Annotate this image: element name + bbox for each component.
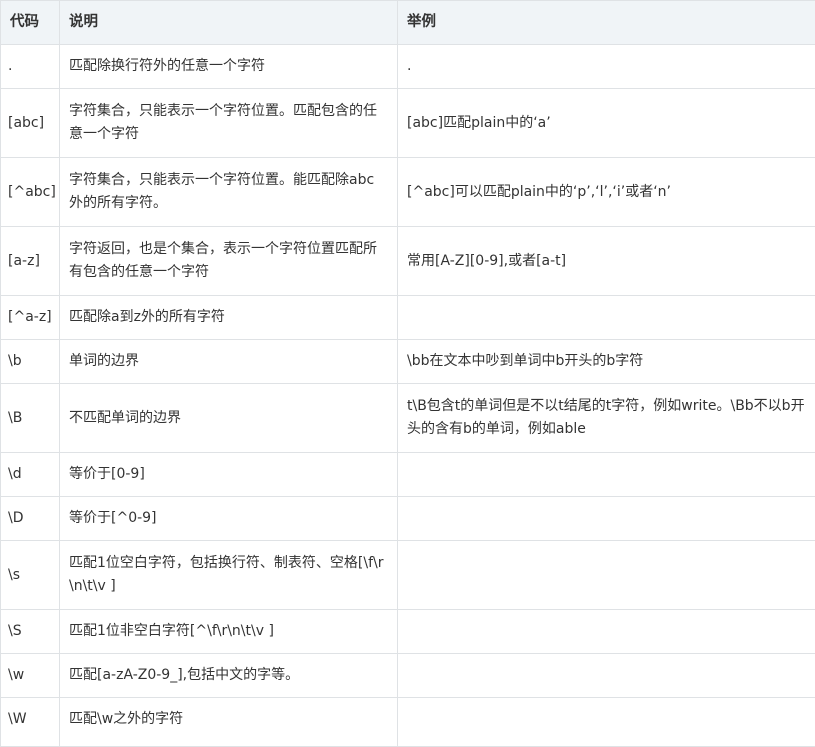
- table-row: [^abc] 字符集合，只能表示一个字符位置。能匹配除abc外的所有字符。 [^…: [1, 158, 815, 227]
- cell-code: \s: [1, 541, 60, 610]
- cell-example: [^abc]可以匹配plain中的‘p’,‘l’,‘i’或者‘n’: [398, 158, 815, 227]
- cell-example: [398, 654, 815, 698]
- header-row: 代码 说明 举例: [1, 1, 815, 45]
- cell-example: [398, 497, 815, 541]
- cell-code: .: [1, 45, 60, 89]
- table-row: [^a-z] 匹配除a到z外的所有字符: [1, 296, 815, 340]
- cell-code: [^abc]: [1, 158, 60, 227]
- table-row: [a-z] 字符返回，也是个集合，表示一个字符位置匹配所有包含的任意一个字符 常…: [1, 227, 815, 296]
- regex-reference-table: 代码 说明 举例 . 匹配除换行符外的任意一个字符 . [abc] 字符集合，只…: [0, 0, 815, 747]
- table-header: 代码 说明 举例: [1, 1, 815, 45]
- cell-example: t\B包含t的单词但是不以t结尾的t字符，例如write。\Bb不以b开头的含有…: [398, 384, 815, 453]
- cell-code: \W: [1, 698, 60, 747]
- cell-code: \B: [1, 384, 60, 453]
- table-row: \b 单词的边界 \bb在文本中吵到单词中b开头的b字符: [1, 340, 815, 384]
- header-example: 举例: [398, 1, 815, 45]
- table-body: . 匹配除换行符外的任意一个字符 . [abc] 字符集合，只能表示一个字符位置…: [1, 45, 815, 747]
- table-row: \B 不匹配单词的边界 t\B包含t的单词但是不以t结尾的t字符，例如write…: [1, 384, 815, 453]
- cell-code: [^a-z]: [1, 296, 60, 340]
- header-code: 代码: [1, 1, 60, 45]
- table-row: [abc] 字符集合，只能表示一个字符位置。匹配包含的任意一个字符 [abc]匹…: [1, 89, 815, 158]
- cell-description: 匹配[a-zA-Z0-9_],包括中文的字等。: [60, 654, 398, 698]
- table-row: \w 匹配[a-zA-Z0-9_],包括中文的字等。: [1, 654, 815, 698]
- cell-description: 匹配除换行符外的任意一个字符: [60, 45, 398, 89]
- cell-example: .: [398, 45, 815, 89]
- cell-description: 字符集合，只能表示一个字符位置。能匹配除abc外的所有字符。: [60, 158, 398, 227]
- table-row: \W 匹配\w之外的字符: [1, 698, 815, 747]
- cell-description: 字符返回，也是个集合，表示一个字符位置匹配所有包含的任意一个字符: [60, 227, 398, 296]
- cell-description: 不匹配单词的边界: [60, 384, 398, 453]
- cell-example: [abc]匹配plain中的‘a’: [398, 89, 815, 158]
- table-row: \s 匹配1位空白字符，包括换行符、制表符、空格[\f\r\n\t\v ]: [1, 541, 815, 610]
- cell-code: \S: [1, 610, 60, 654]
- cell-code: \d: [1, 453, 60, 497]
- header-description: 说明: [60, 1, 398, 45]
- cell-code: \b: [1, 340, 60, 384]
- cell-example: [398, 698, 815, 747]
- table-row: \d 等价于[0-9]: [1, 453, 815, 497]
- table-row: \D 等价于[^0-9]: [1, 497, 815, 541]
- table-row: . 匹配除换行符外的任意一个字符 .: [1, 45, 815, 89]
- cell-code: \w: [1, 654, 60, 698]
- cell-description: 匹配1位非空白字符[^\f\r\n\t\v ]: [60, 610, 398, 654]
- cell-description: 字符集合，只能表示一个字符位置。匹配包含的任意一个字符: [60, 89, 398, 158]
- cell-example: [398, 610, 815, 654]
- cell-example: [398, 296, 815, 340]
- cell-description: 等价于[0-9]: [60, 453, 398, 497]
- cell-description: 单词的边界: [60, 340, 398, 384]
- cell-code: \D: [1, 497, 60, 541]
- cell-description: 匹配除a到z外的所有字符: [60, 296, 398, 340]
- cell-example: \bb在文本中吵到单词中b开头的b字符: [398, 340, 815, 384]
- table-row: \S 匹配1位非空白字符[^\f\r\n\t\v ]: [1, 610, 815, 654]
- cell-code: [a-z]: [1, 227, 60, 296]
- cell-description: 等价于[^0-9]: [60, 497, 398, 541]
- cell-example: 常用[A-Z][0-9],或者[a-t]: [398, 227, 815, 296]
- cell-example: [398, 541, 815, 610]
- cell-example: [398, 453, 815, 497]
- cell-code: [abc]: [1, 89, 60, 158]
- cell-description: 匹配\w之外的字符: [60, 698, 398, 747]
- cell-description: 匹配1位空白字符，包括换行符、制表符、空格[\f\r\n\t\v ]: [60, 541, 398, 610]
